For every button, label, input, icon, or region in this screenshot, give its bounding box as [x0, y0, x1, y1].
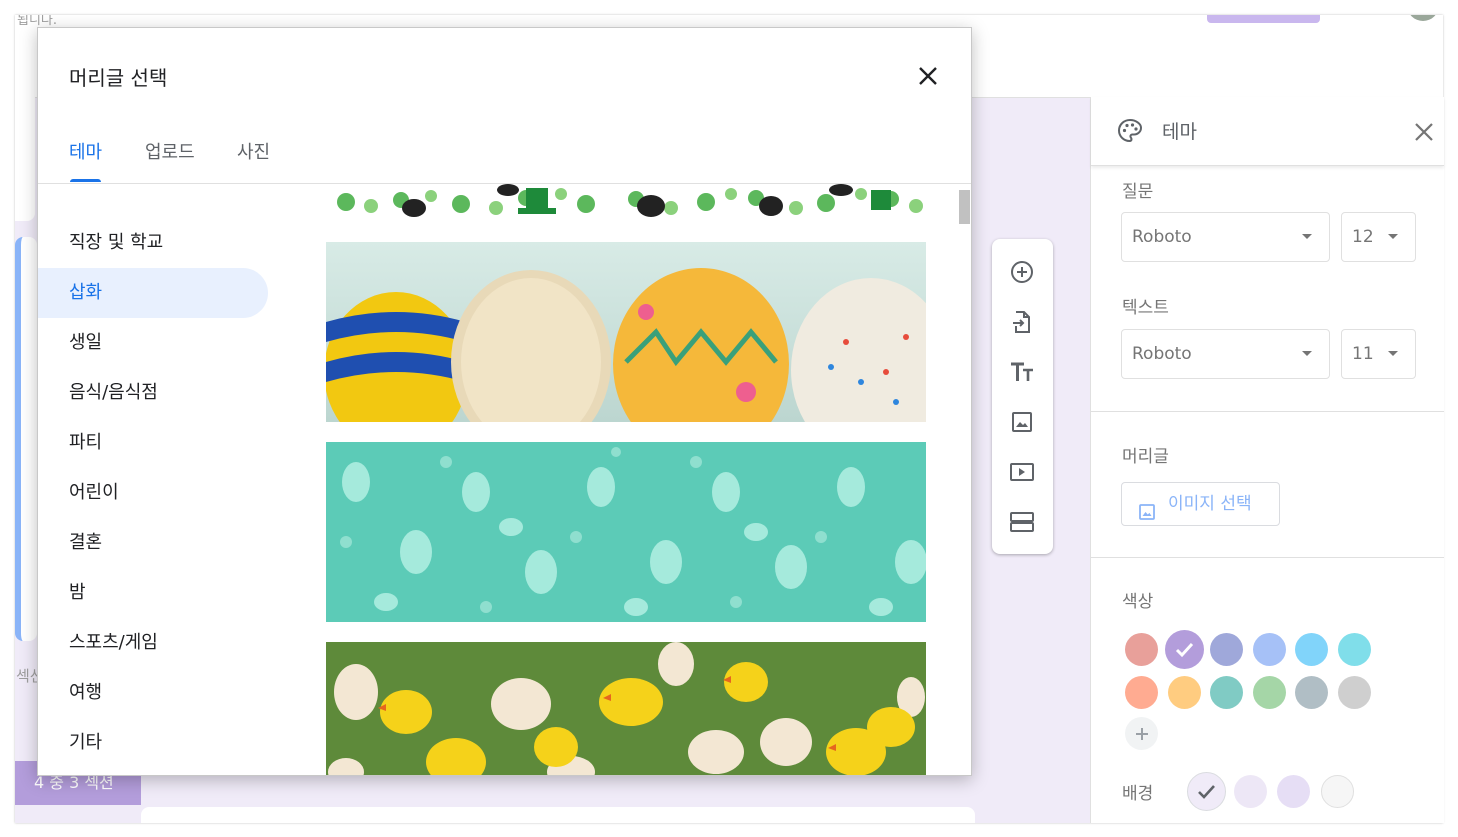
- question-size-select[interactable]: 12: [1341, 212, 1416, 262]
- category-wedding[interactable]: 결혼: [38, 518, 268, 568]
- tab-photos[interactable]: 사진: [237, 138, 270, 164]
- color-swatch[interactable]: [1210, 675, 1244, 709]
- question-font-value: Roboto: [1132, 227, 1192, 247]
- background-swatch[interactable]: [1320, 775, 1354, 808]
- question-font-select[interactable]: Roboto: [1121, 212, 1330, 262]
- question-font-label: 질문: [1122, 182, 1154, 202]
- question-size-value: 12: [1352, 227, 1374, 247]
- add-section-icon[interactable]: [1009, 509, 1035, 535]
- color-swatch[interactable]: [1295, 675, 1329, 709]
- color-swatch[interactable]: [1252, 633, 1286, 666]
- category-kids[interactable]: 어린이: [38, 468, 268, 518]
- header-image-dialog: 머리글 선택 테마 업로드 사진 직장 및 학교 삽화 생일 음식/음식점 파티…: [37, 27, 972, 776]
- close-icon[interactable]: [1413, 121, 1435, 147]
- category-travel[interactable]: 여행: [38, 668, 268, 718]
- chevron-down-icon: [1388, 351, 1398, 356]
- category-illustration[interactable]: 삽화: [38, 268, 268, 318]
- divider: [1091, 411, 1444, 412]
- theme-image-easter-eggs[interactable]: [326, 242, 926, 422]
- color-swatch[interactable]: [1167, 675, 1201, 709]
- text-font-label: 텍스트: [1122, 298, 1169, 318]
- image-icon: [1138, 495, 1156, 537]
- chevron-down-icon: [1302, 234, 1312, 239]
- question-card[interactable]: [15, 237, 37, 641]
- add-color-button[interactable]: [1125, 717, 1158, 750]
- category-night[interactable]: 밤: [38, 568, 268, 618]
- add-question-icon[interactable]: [1009, 259, 1035, 285]
- color-swatch[interactable]: [1338, 633, 1371, 666]
- section-card: [141, 807, 975, 823]
- background-swatch[interactable]: [1187, 772, 1226, 811]
- category-other[interactable]: 기타: [38, 718, 268, 768]
- theme-image-bunny-pattern[interactable]: [326, 442, 926, 622]
- background-swatch[interactable]: [1277, 775, 1310, 808]
- theme-image-chicks[interactable]: [326, 642, 926, 775]
- close-icon[interactable]: [915, 63, 941, 89]
- color-label: 색상: [1122, 592, 1154, 612]
- theme-panel: 테마 질문 Roboto 12 텍스트 Roboto 11 머리글 이미지 선택…: [1090, 97, 1444, 823]
- color-swatch[interactable]: [1252, 675, 1286, 709]
- category-party[interactable]: 파티: [38, 418, 268, 468]
- avatar[interactable]: [1407, 15, 1439, 21]
- form-title-card: [15, 97, 35, 221]
- theme-panel-title: 테마: [1162, 121, 1197, 143]
- palette-icon: [1117, 118, 1143, 148]
- text-size-value: 11: [1352, 344, 1374, 364]
- theme-panel-header: 테마: [1091, 97, 1444, 166]
- color-swatch[interactable]: [1164, 630, 1204, 669]
- background-label: 배경: [1122, 784, 1154, 804]
- check-icon: [1175, 642, 1193, 658]
- active-tab-indicator: [70, 179, 101, 182]
- color-swatch[interactable]: [1125, 675, 1158, 709]
- divider: [1091, 557, 1444, 558]
- send-button[interactable]: [1207, 15, 1320, 23]
- add-title-icon[interactable]: [1009, 359, 1035, 385]
- choose-image-button[interactable]: 이미지 선택: [1121, 482, 1280, 526]
- chevron-down-icon: [1302, 351, 1312, 356]
- dialog-title: 머리글 선택: [69, 66, 168, 90]
- check-icon: [1198, 785, 1215, 799]
- text-font-select[interactable]: Roboto: [1121, 329, 1330, 379]
- header-label: 머리글: [1122, 447, 1169, 467]
- add-video-icon[interactable]: [1009, 459, 1035, 485]
- text-size-select[interactable]: 11: [1341, 329, 1416, 379]
- category-birthday[interactable]: 생일: [38, 318, 268, 368]
- color-swatch[interactable]: [1295, 633, 1329, 666]
- scrollbar[interactable]: [959, 190, 970, 224]
- add-image-icon[interactable]: [1009, 409, 1035, 435]
- theme-image-st-patricks[interactable]: [326, 184, 926, 218]
- color-swatch[interactable]: [1125, 633, 1158, 666]
- floating-toolbar: [992, 239, 1053, 554]
- category-food[interactable]: 음식/음식점: [38, 368, 268, 418]
- color-swatch[interactable]: [1338, 675, 1371, 709]
- background-swatch[interactable]: [1233, 775, 1267, 808]
- color-swatch[interactable]: [1210, 633, 1244, 666]
- plus-icon: [1135, 727, 1148, 740]
- tab-theme[interactable]: 테마: [69, 138, 102, 164]
- category-sports[interactable]: 스포츠/게임: [38, 618, 268, 668]
- tab-upload[interactable]: 업로드: [145, 138, 195, 164]
- import-questions-icon[interactable]: [1009, 309, 1035, 335]
- text-font-value: Roboto: [1132, 344, 1192, 364]
- category-work-school[interactable]: 직장 및 학교: [38, 218, 268, 268]
- choose-image-label: 이미지 선택: [1168, 494, 1252, 514]
- theme-image-list[interactable]: [326, 184, 926, 775]
- chevron-down-icon: [1388, 234, 1398, 239]
